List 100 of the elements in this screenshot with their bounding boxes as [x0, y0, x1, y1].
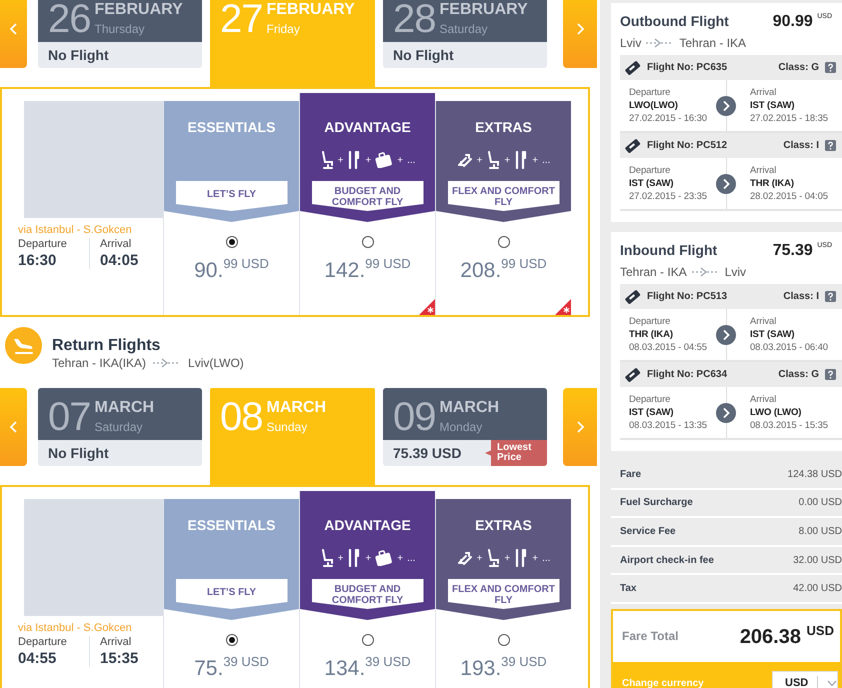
fare-label: Tax [620, 583, 636, 594]
date-day: 26 [48, 0, 90, 39]
more-features-text: ... [542, 552, 550, 564]
plus-sign: + [397, 154, 404, 166]
departure-label: Departure [18, 238, 68, 250]
date-status: No Flight [47, 445, 109, 461]
fare-label: Fuel Surcharge [620, 497, 693, 508]
fare-value: 8.00 USD [798, 526, 842, 537]
fare-tier-tagline: BUDGET AND COMFORT FLY [312, 579, 424, 609]
fare-tier-title: ADVANTAGE [324, 516, 411, 535]
help-icon[interactable] [825, 62, 836, 73]
departure-label: Departure [629, 164, 672, 177]
date-status: 75.39 USD [392, 445, 462, 461]
plus-sign: + [338, 154, 344, 166]
fare-tier-title: EXTRAS [475, 118, 532, 137]
chevron-down-icon [827, 680, 837, 687]
date-month: FEBRUARY [266, 1, 355, 18]
flight-summary-title: Outbound Flight [620, 13, 729, 29]
arrival-airport: IST (SAW) [750, 328, 796, 341]
route-destination: Tehran - IKA [679, 36, 746, 50]
fare-tier-title: ESSENTIALS [188, 516, 276, 535]
chevron-left-icon [9, 421, 18, 433]
arrival-label: Arrival [750, 315, 778, 328]
help-icon[interactable] [825, 291, 836, 302]
fare-radio-button[interactable] [498, 236, 510, 248]
swap-icon [456, 152, 473, 168]
arrival-datetime: 08.03.2015 - 15:35 [750, 419, 828, 432]
fare-radio-button[interactable] [498, 634, 510, 646]
via-airport-text: via Istanbul - S.Gokcen [18, 622, 133, 634]
date-day: 27 [220, 0, 262, 39]
plus-sign: + [532, 154, 538, 166]
date-weekday: Thursday [94, 22, 146, 36]
date-month: FEBRUARY [440, 1, 528, 18]
date-day: 07 [48, 397, 90, 437]
fare-class: Class: G [778, 369, 819, 380]
departure-airport: IST (SAW) [629, 177, 674, 190]
suitcase-icon [375, 152, 394, 168]
fare-radio-button[interactable] [226, 634, 238, 646]
date-weekday: Friday [266, 22, 301, 36]
chevron-right-icon [576, 23, 584, 35]
date-month: FEBRUARY [94, 1, 183, 18]
fare-price: 75.$^{39 USD}$ [194, 654, 269, 681]
more-features-text: ... [542, 154, 550, 166]
date-day: 28 [393, 0, 436, 39]
flight-number: Flight No: PC635 [647, 62, 728, 73]
arrival-time: 04:05 [100, 252, 138, 269]
fare-radio-button[interactable] [226, 236, 238, 248]
fare-class: Class: G [778, 62, 819, 73]
fare-tier-title: EXTRAS [475, 516, 532, 535]
date-status: No Flight [392, 47, 454, 63]
currency-select[interactable]: USD [772, 670, 838, 688]
fare-tier-tagline: FLEX AND COMFORT FLY [448, 579, 560, 609]
arrival-label: Arrival [750, 86, 778, 99]
fare-price: 208.$^{99 USD}$ [460, 256, 547, 283]
lowest-price-badge: Lowest Price [485, 440, 547, 466]
date-month: MARCH [440, 399, 500, 416]
arrival-datetime: 08.03.2015 - 06:40 [750, 341, 828, 354]
arrival-label: Arrival [750, 164, 778, 177]
fare-value: 124.38 USD [788, 468, 842, 480]
route-destination: Lviv [724, 265, 746, 279]
fare-radio-button[interactable] [362, 634, 374, 646]
departure-datetime: 27.02.2015 - 23:35 [629, 190, 708, 203]
landing-plane-icon [5, 327, 42, 364]
seat-icon [320, 151, 334, 169]
fare-radio-button[interactable] [362, 236, 374, 248]
flight-number: Flight No: PC634 [647, 369, 728, 380]
route-origin: Lviv [620, 36, 642, 50]
plus-sign: + [397, 552, 404, 564]
departure-airport: IST (SAW) [629, 406, 674, 419]
help-icon[interactable] [825, 369, 836, 380]
departure-time: 04:55 [18, 650, 58, 667]
flight-summary-price: 90.99 $^{USD}$ [772, 13, 832, 31]
departure-label: Departure [18, 636, 68, 648]
date-month: MARCH [94, 399, 154, 416]
help-icon[interactable] [825, 140, 836, 151]
fare-tier-tagline: BUDGET AND COMFORT FLY [312, 181, 424, 211]
date-weekday: Saturday [440, 22, 489, 36]
plus-sign: + [365, 154, 372, 166]
arrival-airport: LWO (LWO) [750, 406, 802, 419]
arrow-circle-icon [716, 402, 736, 422]
arrival-label: Arrival [100, 636, 132, 648]
plus-sign: + [476, 154, 482, 166]
departure-label: Departure [629, 86, 672, 99]
fare-tier-title: ADVANTAGE [324, 118, 411, 137]
date-month: MARCH [266, 399, 326, 416]
flight-summary-price: 75.39 $^{USD}$ [772, 242, 832, 260]
date-status: No Flight [47, 47, 109, 63]
fare-price: 142.$^{99 USD}$ [324, 256, 411, 283]
plus-sign: + [504, 552, 510, 564]
flight-number: Flight No: PC512 [647, 140, 728, 151]
fare-tier-tagline: FLEX AND COMFORT FLY [448, 181, 560, 211]
date-day: 08 [220, 397, 262, 437]
via-airport-text: via Istanbul - S.Gokcen [18, 224, 133, 236]
departure-airport: THR (IKA) [629, 328, 674, 341]
fare-class: Class: I [783, 291, 819, 302]
departure-datetime: 08.03.2015 - 04:55 [629, 341, 708, 354]
departure-label: Departure [629, 315, 672, 328]
chevron-left-icon [9, 23, 18, 35]
plus-sign: + [532, 552, 538, 564]
fare-total-amount: 206.38 $^{USD}$ [740, 623, 834, 650]
